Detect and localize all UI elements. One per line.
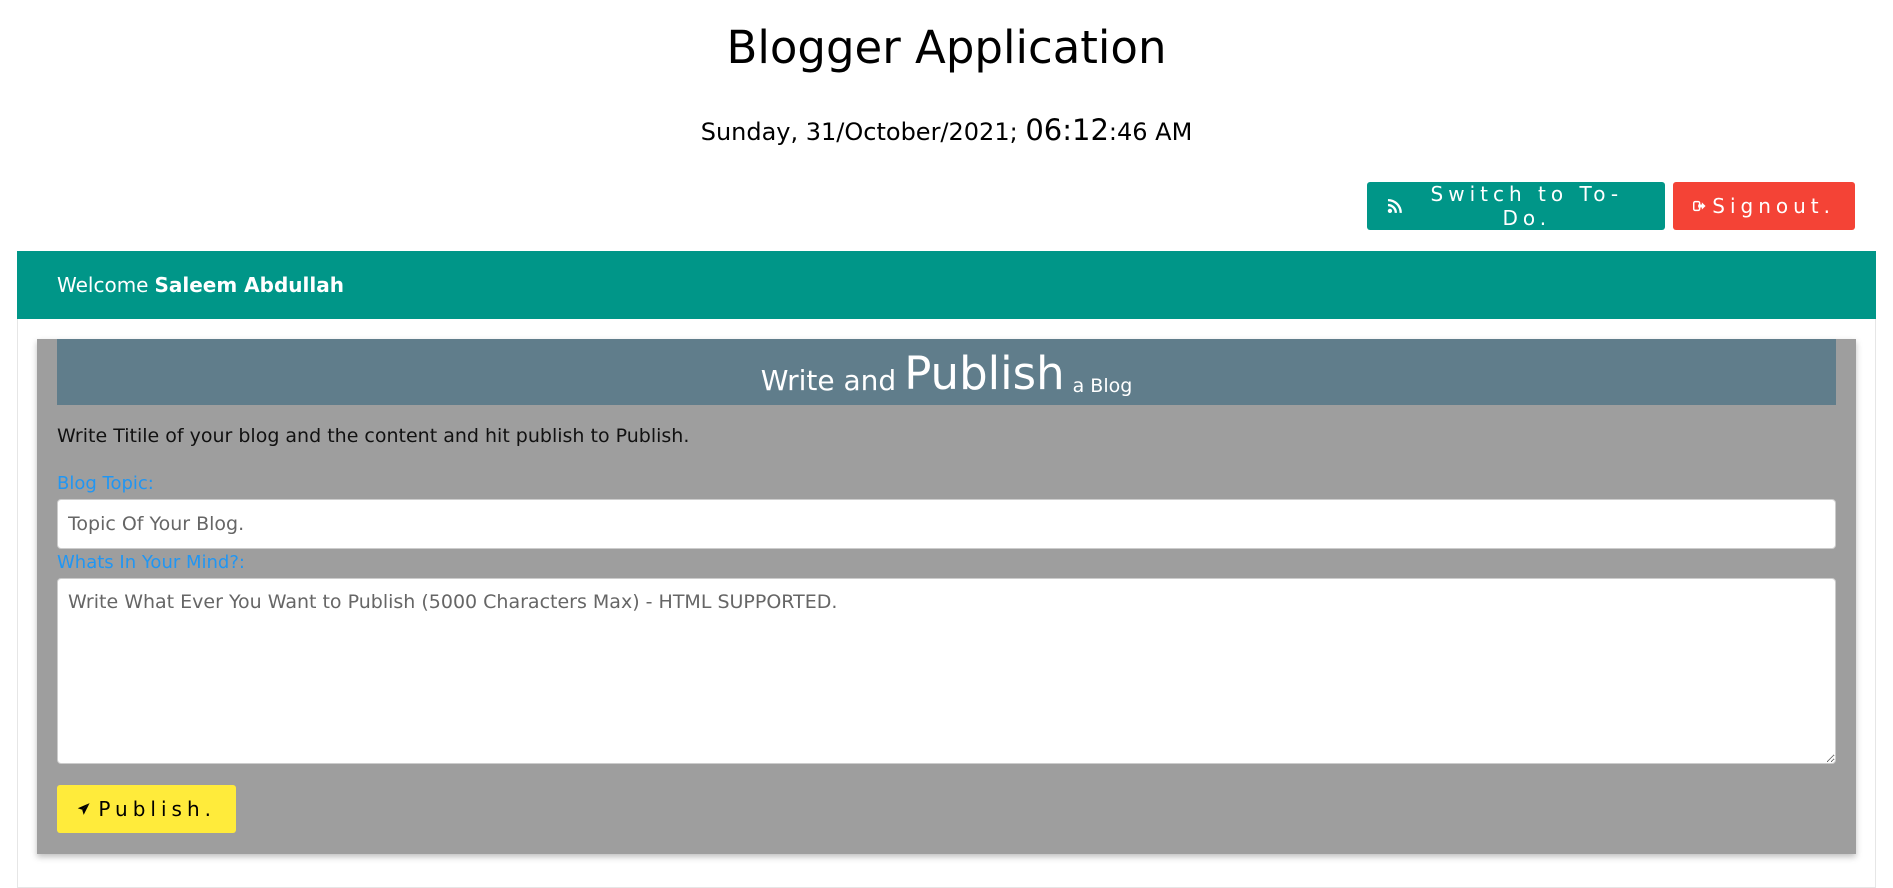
date-time-display: Sunday, 31/October/2021; 06:12:46 AM — [0, 110, 1893, 152]
editor-header: Write and Publish a Blog — [57, 339, 1836, 405]
switch-to-todo-label: Switch to To-Do. — [1430, 182, 1624, 230]
app-title: Blogger Application — [726, 21, 1167, 74]
top-actions: Switch to To-Do. Signout. — [1367, 182, 1855, 230]
blog-topic-label: Blog Topic: — [57, 473, 154, 494]
publish-button[interactable]: Publish. — [57, 785, 236, 833]
paper-plane-icon — [77, 803, 90, 815]
welcome-prefix: Welcome — [57, 273, 149, 297]
header-text-a-blog: a Blog — [1072, 375, 1133, 397]
blog-editor-panel: Write and Publish a Blog Write Titile of… — [37, 339, 1856, 854]
user-name: Saleem Abdullah — [154, 273, 344, 297]
blog-content-label: Whats In Your Mind?: — [57, 552, 245, 573]
editor-instructions: Write Titile of your blog and the conten… — [57, 425, 690, 447]
blog-content-textarea[interactable] — [57, 578, 1836, 764]
current-time-hours-minutes: 06:12 — [1025, 113, 1109, 147]
current-time-seconds: :46 AM — [1108, 118, 1193, 146]
signout-label: Signout. — [1712, 194, 1835, 218]
header-text-write-and: Write and — [760, 364, 897, 397]
current-date: Sunday, 31/October/2021; — [700, 118, 1018, 146]
rss-icon — [1387, 198, 1402, 214]
header-text-publish: Publish — [904, 347, 1065, 400]
sign-out-icon — [1693, 200, 1706, 212]
welcome-bar: Welcome Saleem Abdullah — [17, 251, 1876, 319]
blog-topic-input[interactable] — [57, 499, 1836, 549]
switch-to-todo-button[interactable]: Switch to To-Do. — [1367, 182, 1665, 230]
signout-button[interactable]: Signout. — [1673, 182, 1855, 230]
publish-label: Publish. — [98, 797, 216, 821]
